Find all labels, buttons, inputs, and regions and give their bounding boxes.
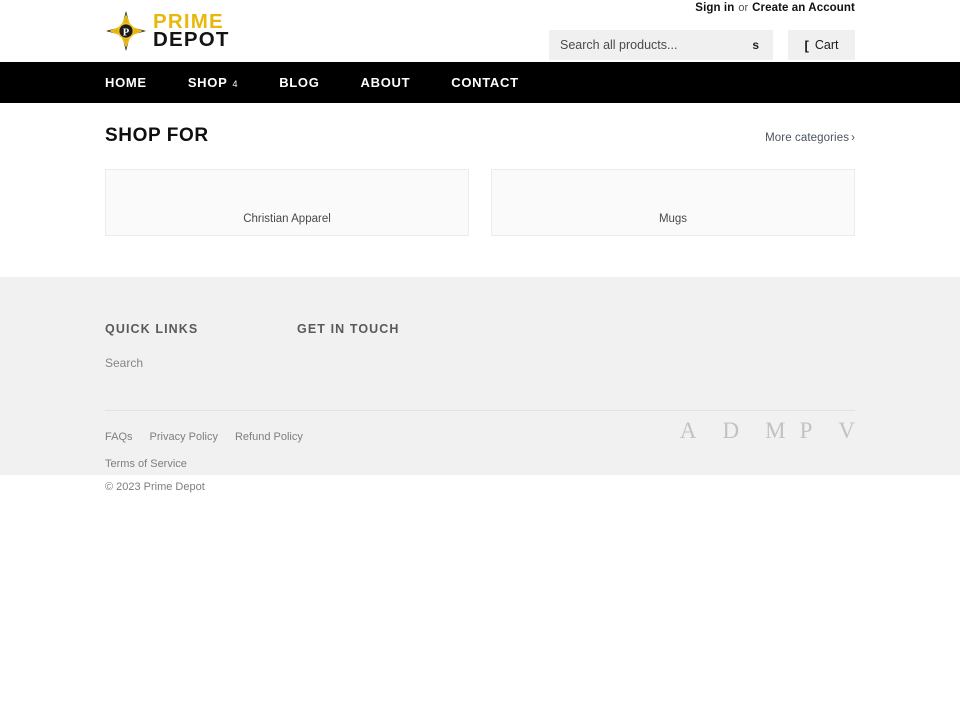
category-card-mugs[interactable]: Mugs <box>491 169 855 236</box>
footer-link-refund-policy[interactable]: Refund Policy <box>235 431 303 443</box>
search-form[interactable]: s <box>549 30 773 60</box>
footer-heading-get-in-touch: GET IN TOUCH <box>297 322 400 336</box>
master-icon: M <box>765 418 786 443</box>
footer-link-search[interactable]: Search <box>105 356 297 370</box>
nav-list: HOME SHOP 4 BLOG ABOUT CONTACT <box>105 62 855 103</box>
footer-column-quick-links: QUICK LINKS Search <box>105 322 297 377</box>
category-card-label: Mugs <box>658 213 688 225</box>
footer-column-get-in-touch: GET IN TOUCH <box>297 322 497 377</box>
logo-text-depot: DEPOT <box>153 28 230 51</box>
search-icon[interactable]: s <box>748 30 773 60</box>
copyright-symbol: © <box>105 481 114 493</box>
nav-item-home[interactable]: HOME <box>105 75 167 90</box>
more-categories-label: More categories <box>765 132 850 144</box>
nav-label-blog: BLOG <box>279 75 320 90</box>
chevron-down-icon: 4 <box>232 79 239 89</box>
footer-inner: QUICK LINKS Search GET IN TOUCH FAQs Priv… <box>105 322 855 493</box>
compass-star-logo-icon: P <box>105 10 147 52</box>
shop-for-section-header: SHOP FOR More categories › <box>105 125 855 151</box>
top-header: Sign in or Create an Account P PRIME DEP… <box>0 0 960 62</box>
more-categories-link[interactable]: More categories › <box>765 132 855 144</box>
create-account-link[interactable]: Create an Account <box>752 2 855 14</box>
sign-in-link[interactable]: Sign in <box>695 2 734 14</box>
nav-item-blog[interactable]: BLOG <box>279 75 339 90</box>
footer-heading-quick-links: QUICK LINKS <box>105 322 199 336</box>
main-navigation: HOME SHOP 4 BLOG ABOUT CONTACT <box>0 62 960 103</box>
footer-link-terms-of-service[interactable]: Terms of Service <box>105 458 187 470</box>
paypal-icon: P <box>799 418 813 443</box>
chevron-right-icon: › <box>851 132 855 144</box>
cart-button[interactable]: [ Cart <box>788 30 855 60</box>
search-input[interactable] <box>549 30 749 60</box>
amex-icon: A <box>679 418 697 443</box>
site-footer: QUICK LINKS Search GET IN TOUCH FAQs Priv… <box>0 277 960 493</box>
footer-link-privacy-policy[interactable]: Privacy Policy <box>150 431 218 443</box>
nav-label-home: HOME <box>105 75 147 90</box>
nav-label-about: ABOUT <box>360 75 411 90</box>
category-card-label: Christian Apparel <box>243 213 331 225</box>
discover-icon: D <box>722 418 740 443</box>
nav-item-shop[interactable]: SHOP 4 <box>188 75 258 90</box>
cart-label: Cart <box>814 38 839 52</box>
shopping-bag-icon: [ <box>804 37 809 53</box>
copyright-text: © 2023 Prime Depot <box>105 481 855 493</box>
page-title: SHOP FOR <box>105 125 209 146</box>
footer-link-faqs[interactable]: FAQs <box>105 431 133 443</box>
nav-label-contact: CONTACT <box>451 75 519 90</box>
footer-legal-row-2: Terms of Service <box>105 454 855 472</box>
nav-item-contact[interactable]: CONTACT <box>451 75 538 90</box>
logo-wordmark: PRIME DEPOT <box>153 11 230 51</box>
footer-columns: QUICK LINKS Search GET IN TOUCH <box>105 322 855 377</box>
nav-item-about[interactable]: ABOUT <box>361 75 431 90</box>
footer-bottom: FAQs Privacy Policy Refund Policy Terms of… <box>105 411 855 493</box>
category-card-christian-apparel[interactable]: Christian Apparel <box>105 169 469 236</box>
account-links: Sign in or Create an Account <box>695 2 855 14</box>
page-root: Sign in or Create an Account P PRIME DEP… <box>0 0 960 720</box>
nav-label-shop: SHOP <box>187 75 228 90</box>
svg-text:P: P <box>123 27 130 38</box>
payment-methods: A D M P V <box>680 419 855 442</box>
visa-icon: V <box>838 418 855 443</box>
copyright-label: 2023 Prime Depot <box>116 481 205 493</box>
category-grid: Christian Apparel Mugs <box>105 169 855 236</box>
site-logo[interactable]: P PRIME DEPOT <box>105 10 230 52</box>
account-or-text: or <box>738 2 749 14</box>
main-content: SHOP FOR More categories › Christian Appa… <box>0 103 960 236</box>
